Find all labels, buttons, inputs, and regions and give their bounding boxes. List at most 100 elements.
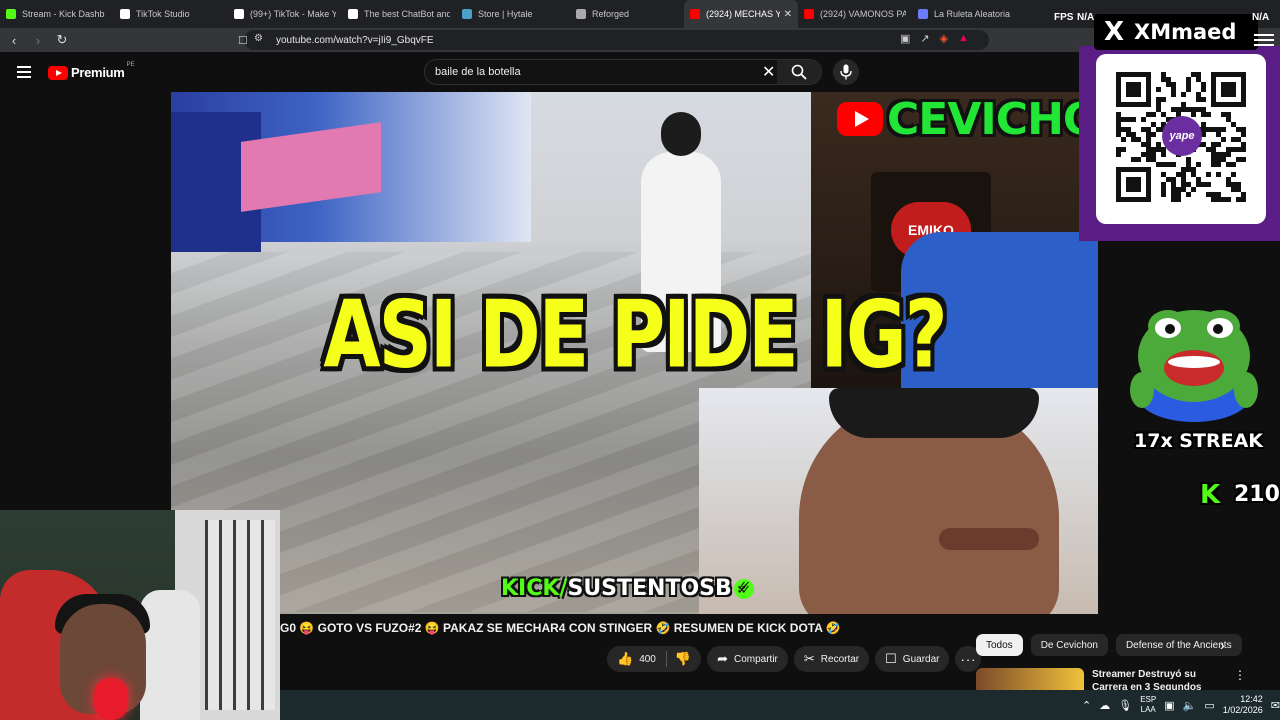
- kick-logo-icon: K: [1200, 479, 1221, 510]
- tab-title: Reforged: [592, 9, 630, 19]
- channel-banner: CEVICHON: [887, 94, 1098, 145]
- lips: [939, 528, 1039, 550]
- browser-tab[interactable]: La Ruleta Aleatoria: [912, 0, 1026, 28]
- language-indicator[interactable]: ESP LAA: [1140, 695, 1156, 715]
- mic-tray-icon[interactable]: 🎙: [1118, 699, 1132, 712]
- clear-search-icon[interactable]: ✕: [762, 62, 775, 82]
- scissors-icon: ✂: [803, 651, 815, 666]
- x-handle-banner: X XMmaed: [1094, 14, 1258, 50]
- tab-title: TikTok Studio: [136, 9, 190, 19]
- browser-tab[interactable]: Reforged: [570, 0, 684, 28]
- chevron-right-icon[interactable]: ›: [1220, 637, 1225, 653]
- site-info-icon[interactable]: ⚙: [254, 33, 263, 44]
- clock-time: 12:42: [1240, 694, 1263, 704]
- system-tray: ⌃ ☁ 🎙 ESP LAA ▣ 🔈 ▭ 12:42 1/02/2026 ✉: [1082, 694, 1280, 716]
- search-button[interactable]: [777, 60, 821, 84]
- tab-title: (2924) MECHAS Y: [706, 9, 780, 19]
- search-input[interactable]: baile de la botella ✕: [424, 59, 822, 85]
- voice-search-button[interactable]: [833, 59, 859, 85]
- language-bottom: LAA: [1140, 705, 1156, 714]
- kick-follower-count: K 210: [1200, 479, 1280, 510]
- browser-tab[interactable]: The best ChatBot and: [342, 0, 456, 28]
- bookmark-icon[interactable]: ☐: [238, 34, 248, 47]
- address-bar[interactable]: ☐ ⚙ youtube.com/watch?v=jIi9_GbqvFE: [238, 30, 989, 50]
- x-logo-icon: X: [1103, 17, 1125, 47]
- brave-shield-icon[interactable]: ◈: [940, 32, 948, 45]
- globe-icon: [576, 9, 586, 19]
- tab-title: Stream - Kick Dashb: [22, 9, 105, 19]
- chip[interactable]: De Cevichon: [1030, 634, 1108, 656]
- clock-date: 1/02/2026: [1222, 705, 1263, 715]
- bookmark-add-icon: ☐: [885, 651, 897, 666]
- overlay-menu-icon[interactable]: [1254, 34, 1274, 46]
- fps-value: N/A: [1077, 12, 1095, 23]
- youtube-badge-icon: [837, 102, 883, 136]
- tab-title: The best ChatBot and: [364, 9, 450, 19]
- menu-icon[interactable]: [17, 66, 31, 78]
- ruleta-icon: [918, 9, 928, 19]
- save-button[interactable]: ☐ Guardar: [875, 646, 950, 672]
- language-top: ESP: [1140, 695, 1157, 704]
- cast-icon[interactable]: ▣: [900, 32, 910, 45]
- kebab-menu-icon[interactable]: ⋮: [1234, 668, 1246, 682]
- url-text: youtube.com/watch?v=jIi9_GbqvFE: [276, 34, 434, 46]
- sunglasses: [829, 388, 1039, 438]
- x-handle: XMmaed: [1134, 20, 1237, 44]
- video-actions: 👍 400 👎 ➦ Compartir ✂ Recortar ☐ Guardar…: [607, 646, 982, 672]
- gaming-chair-white: [140, 590, 200, 720]
- qr-card: yape: [1096, 54, 1266, 224]
- chatbot-icon: [348, 9, 358, 19]
- video-player[interactable]: EMIKO CEVICHON ASI DE PIDE IG? KICK/SUST…: [171, 92, 1098, 614]
- screen: Stream - Kick Dashb TikTok Studio (99+) Ti…: [0, 0, 1280, 720]
- tab-title: La Ruleta Aleatoria: [934, 9, 1011, 19]
- forward-icon[interactable]: ›: [28, 30, 48, 50]
- browser-tab[interactable]: Stream - Kick Dashb: [0, 0, 114, 28]
- share-arrow-icon: ➦: [717, 651, 728, 666]
- streak-label: 17x STREAK: [1134, 430, 1263, 452]
- like-button[interactable]: 👍 400 👎: [607, 646, 702, 672]
- battery-icon[interactable]: ▭: [1204, 699, 1214, 712]
- clip-button[interactable]: ✂ Recortar: [793, 646, 870, 672]
- kick-count-value: 210: [1234, 482, 1280, 507]
- youtube-logo[interactable]: Premium PE: [48, 62, 135, 80]
- brave-rewards-icon[interactable]: ▲: [958, 32, 969, 45]
- recommended-title[interactable]: Streamer Destruyó su Carrera en 3 Segund…: [1092, 668, 1232, 690]
- kick-icon: [6, 9, 16, 19]
- browser-tab[interactable]: TikTok Studio: [114, 0, 228, 28]
- share-icon[interactable]: ↗: [920, 32, 929, 45]
- search-icon: [791, 64, 807, 80]
- thumbs-down-icon[interactable]: 👎: [675, 651, 701, 667]
- cloud-icon[interactable]: ☁: [1099, 699, 1110, 712]
- youtube-play-icon: [48, 65, 68, 80]
- hytale-icon: [462, 9, 472, 19]
- back-icon[interactable]: ‹: [4, 30, 24, 50]
- network-icon[interactable]: ▣: [1164, 699, 1174, 712]
- chip[interactable]: Todos: [976, 634, 1023, 656]
- volume-icon[interactable]: 🔈: [1183, 699, 1197, 712]
- kick-prefix: KICK/: [501, 576, 568, 601]
- facecam-inset: [699, 388, 1098, 614]
- tiktok-icon: [120, 9, 130, 19]
- search-query: baile de la botella: [435, 66, 521, 78]
- browser-tab[interactable]: Store | Hytale: [456, 0, 570, 28]
- verified-icon: ✓: [733, 579, 754, 599]
- browser-tab[interactable]: (2924) VAMONOS PA: [798, 0, 912, 28]
- video-caption: ASI DE PIDE IG?: [323, 281, 947, 389]
- logo-text: Premium: [71, 65, 125, 80]
- reload-icon[interactable]: ↻: [52, 30, 72, 50]
- clock[interactable]: 12:42 1/02/2026: [1223, 694, 1263, 716]
- yape-logo: yape: [1162, 116, 1202, 156]
- tab-title: (2924) VAMONOS PA: [820, 9, 906, 19]
- browser-tab[interactable]: (2924) MECHAS Y ✕: [684, 0, 798, 28]
- microphone-light: [94, 678, 128, 720]
- chevron-up-icon[interactable]: ⌃: [1082, 699, 1091, 712]
- notification-icon[interactable]: ✉: [1271, 699, 1280, 712]
- share-button[interactable]: ➦ Compartir: [707, 646, 788, 672]
- recommended-video[interactable]: Streamer Destruyó su Carrera en 3 Segund…: [976, 666, 1276, 690]
- recommended-thumbnail[interactable]: [976, 668, 1084, 690]
- browser-tab[interactable]: (99+) TikTok - Make Yo: [228, 0, 342, 28]
- thumbs-up-icon: 👍: [617, 651, 634, 666]
- tab-title: Store | Hytale: [478, 9, 533, 19]
- youtube-icon: [804, 9, 814, 19]
- close-tab-icon[interactable]: ✕: [784, 9, 792, 20]
